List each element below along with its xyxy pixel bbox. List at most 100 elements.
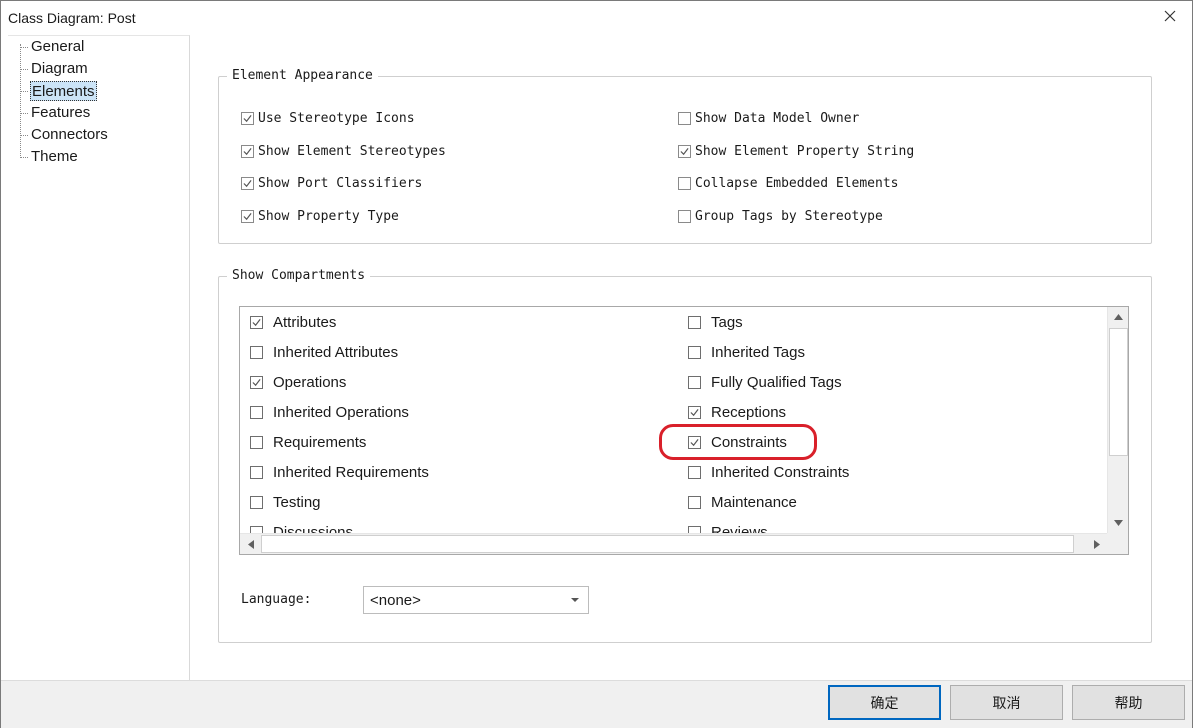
check-icon [690,408,699,417]
checkbox-box [688,346,701,359]
horizontal-scrollbar[interactable] [240,533,1107,554]
tree-branch [20,47,28,48]
triangle-right-icon [1093,539,1100,549]
vertical-scroll-thumb[interactable] [1109,328,1128,456]
tree-item-general[interactable]: General [30,37,85,57]
title-bar: Class Diagram: Post [1,1,1192,35]
inherited-tags-checkbox[interactable]: Inherited Tags [688,344,805,361]
checkbox-label: Maintenance [711,494,797,511]
triangle-down-icon [1114,520,1123,526]
requirements-checkbox[interactable]: Requirements [250,434,366,451]
dialog-window: Class Diagram: Post General Diagram Elem… [0,0,1193,728]
close-button[interactable] [1148,1,1192,31]
tree-branch [20,157,28,158]
show-element-property-string-checkbox[interactable]: Show Element Property String [678,144,914,159]
checkbox-label: Use Stereotype Icons [258,111,415,126]
dropdown-arrow-icon [571,598,579,602]
show-port-classifiers-checkbox[interactable]: Show Port Classifiers [241,176,422,191]
reviews-checkbox[interactable]: Reviews [688,524,768,533]
vertical-scrollbar[interactable] [1107,307,1128,533]
checkbox-label: Inherited Requirements [273,464,429,481]
element-appearance-title: Element Appearance [227,68,378,83]
checkbox-box [250,406,263,419]
checkbox-box [688,466,701,479]
tree-item-theme[interactable]: Theme [30,147,79,167]
checkbox-box [250,526,263,533]
operations-checkbox[interactable]: Operations [250,374,346,391]
checkbox-box [241,177,254,190]
check-icon [252,378,261,387]
tree-item-connectors[interactable]: Connectors [30,125,109,145]
checkbox-label: Show Data Model Owner [695,111,860,126]
checkbox-box [250,436,263,449]
checkbox-box [688,496,701,509]
check-icon [243,212,252,221]
tree-item-features[interactable]: Features [30,103,91,123]
testing-checkbox[interactable]: Testing [250,494,321,511]
checkbox-label: Requirements [273,434,367,451]
scrollbar-corner [1107,533,1128,554]
checkbox-label: Show Element Stereotypes [258,144,446,159]
scroll-up-button[interactable] [1108,307,1128,327]
triangle-up-icon [1114,314,1123,320]
show-element-stereotypes-checkbox[interactable]: Show Element Stereotypes [241,144,446,159]
tags-checkbox[interactable]: Tags [688,314,743,331]
checkbox-label: Inherited Constraints [711,464,850,481]
inherited-requirements-checkbox[interactable]: Inherited Requirements [250,464,429,481]
language-label: Language: [241,592,312,607]
checkbox-box [678,210,691,223]
checkbox-box [688,376,701,389]
scroll-down-button[interactable] [1108,513,1128,533]
checkbox-label: Inherited Tags [711,344,805,361]
triangle-left-icon [247,539,254,549]
tree-branch [20,91,28,92]
cancel-button[interactable]: 取消 [950,685,1063,720]
scroll-right-button[interactable] [1086,534,1107,554]
tree-item-diagram[interactable]: Diagram [30,59,89,79]
checkbox-label: Tags [711,314,743,331]
inherited-constraints-checkbox[interactable]: Inherited Constraints [688,464,849,481]
language-selected-value: <none> [370,592,421,609]
check-icon [243,114,252,123]
check-icon [243,179,252,188]
checkbox-box [688,526,701,533]
tree-branch [20,113,28,114]
show-property-type-checkbox[interactable]: Show Property Type [241,209,399,224]
inherited-attributes-checkbox[interactable]: Inherited Attributes [250,344,398,361]
checkbox-label: Testing [273,494,321,511]
scroll-left-button[interactable] [240,534,261,554]
check-icon [252,318,261,327]
tree-branch [20,135,28,136]
tree-item-elements[interactable]: Elements [30,81,97,101]
horizontal-scroll-thumb[interactable] [261,535,1074,553]
fully-qualified-tags-checkbox[interactable]: Fully Qualified Tags [688,374,842,391]
discussions-checkbox[interactable]: Discussions [250,524,353,533]
group-tags-by-stereotype-checkbox[interactable]: Group Tags by Stereotype [678,209,883,224]
checkbox-box [250,466,263,479]
checkbox-box [250,496,263,509]
collapse-embedded-elements-checkbox[interactable]: Collapse Embedded Elements [678,176,899,191]
checkbox-label: Attributes [273,314,337,331]
checkbox-box [241,145,254,158]
attributes-checkbox[interactable]: Attributes [250,314,336,331]
check-icon [243,147,252,156]
checkbox-label: Inherited Attributes [273,344,399,361]
checkbox-box [241,112,254,125]
checkbox-box [250,346,263,359]
checkbox-label: Reviews [711,524,768,533]
checkbox-label: Receptions [711,404,787,421]
maintenance-checkbox[interactable]: Maintenance [688,494,797,511]
receptions-checkbox[interactable]: Receptions [688,404,786,421]
ok-button[interactable]: 确定 [828,685,941,720]
check-icon [680,147,689,156]
language-dropdown[interactable]: <none> [363,586,589,614]
show-data-model-owner-checkbox[interactable]: Show Data Model Owner [678,111,859,126]
checkbox-label: Discussions [273,524,354,533]
checkbox-label: Show Port Classifiers [258,176,423,191]
checkbox-box [241,210,254,223]
close-icon [1164,10,1176,22]
help-button[interactable]: 帮助 [1072,685,1185,720]
use-stereotype-icons-checkbox[interactable]: Use Stereotype Icons [241,111,415,126]
inherited-operations-checkbox[interactable]: Inherited Operations [250,404,409,421]
tree-connector-line [20,44,21,158]
